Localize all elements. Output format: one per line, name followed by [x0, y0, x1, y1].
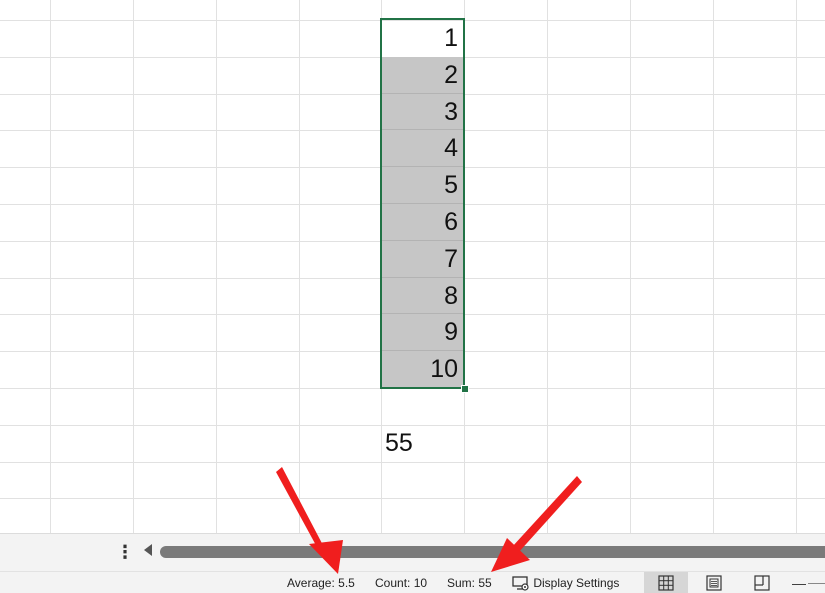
- page-layout-icon: [706, 575, 722, 591]
- scroll-left-arrow-icon[interactable]: [144, 544, 152, 556]
- spreadsheet-window: 1 2 3 4 5 6 7 8 9 10 55 ⋮ Average: 5.5 Count: 10 S…: [0, 0, 825, 593]
- zoom-out-button[interactable]: —: [792, 575, 806, 591]
- horizontal-scroll-area: ⋮: [0, 533, 825, 571]
- grid-row-line: [0, 498, 825, 499]
- selected-cell[interactable]: 1: [381, 20, 464, 57]
- selected-cell[interactable]: 5: [381, 167, 464, 204]
- selected-cell[interactable]: 2: [381, 57, 464, 94]
- selected-cell[interactable]: 3: [381, 94, 464, 130]
- page-layout-view-button[interactable]: [692, 572, 736, 593]
- selected-cell[interactable]: 10: [381, 351, 464, 388]
- display-settings-button[interactable]: Display Settings: [512, 575, 619, 593]
- grid-column-line: [133, 0, 134, 533]
- grid-view-icon: [658, 575, 674, 591]
- grid-column-line: [299, 0, 300, 533]
- horizontal-scrollbar-thumb[interactable]: [160, 546, 825, 558]
- status-count[interactable]: Count: 10: [375, 576, 427, 590]
- normal-view-button[interactable]: [644, 572, 688, 593]
- fill-handle[interactable]: [461, 385, 469, 393]
- grid-column-line: [713, 0, 714, 533]
- status-sum[interactable]: Sum: 55: [447, 576, 492, 590]
- selected-cell[interactable]: 4: [381, 130, 464, 167]
- selected-cell[interactable]: 6: [381, 204, 464, 241]
- status-average[interactable]: Average: 5.5: [287, 576, 355, 590]
- zoom-slider[interactable]: [808, 583, 825, 584]
- worksheet-grid[interactable]: 1 2 3 4 5 6 7 8 9 10 55: [0, 0, 825, 533]
- grid-column-line: [50, 0, 51, 533]
- grid-row-line: [0, 462, 825, 463]
- selected-cell[interactable]: 9: [381, 314, 464, 351]
- grid-column-line: [796, 0, 797, 533]
- grid-column-line: [547, 0, 548, 533]
- vertical-ellipsis-icon[interactable]: ⋮: [116, 542, 134, 562]
- selected-cell[interactable]: 8: [381, 278, 464, 314]
- page-break-icon: [754, 575, 770, 591]
- page-break-preview-button[interactable]: [740, 572, 784, 593]
- status-bar: Average: 5.5 Count: 10 Sum: 55 Display S…: [0, 571, 825, 593]
- display-settings-icon: [512, 576, 529, 591]
- grid-column-line: [216, 0, 217, 533]
- display-settings-label: Display Settings: [533, 576, 620, 590]
- grid-column-line: [630, 0, 631, 533]
- grid-row-line: [0, 388, 825, 389]
- selected-cell[interactable]: 7: [381, 241, 464, 278]
- sum-result-cell[interactable]: 55: [381, 425, 501, 462]
